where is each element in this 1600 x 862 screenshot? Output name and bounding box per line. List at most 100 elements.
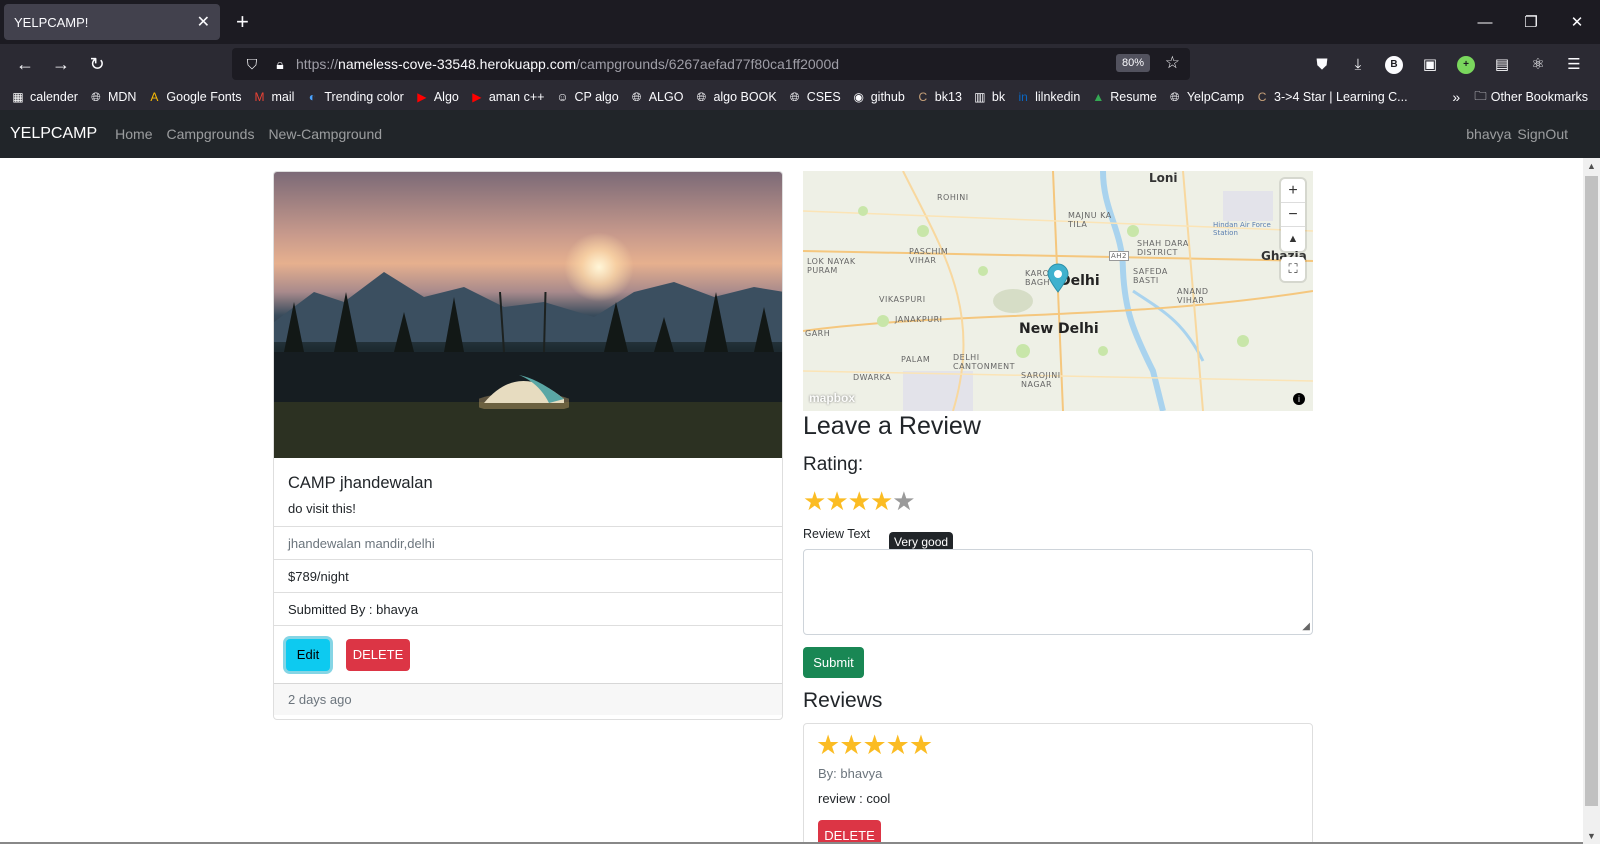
nav-signout[interactable]: SignOut (1517, 126, 1568, 142)
browser-tab-bar: YELPCAMP! ✕ + — ❐ ✕ (0, 0, 1600, 44)
map-marker-icon[interactable] (1046, 263, 1070, 293)
star-filled-icon: ★ (908, 730, 933, 760)
bookmark-item[interactable]: 🌐︎ CSES (787, 89, 841, 105)
profile-b-icon[interactable]: B (1376, 54, 1412, 74)
submit-review-button[interactable]: Submit (803, 647, 864, 678)
delete-campground-button[interactable]: DELETE (346, 638, 410, 671)
minimize-icon[interactable]: — (1462, 0, 1508, 44)
bookmark-item[interactable]: C 3->4 Star | Learning C... (1254, 89, 1408, 105)
bookmark-label: algo BOOK (713, 90, 777, 104)
map-label: LOK NAYAK PURAM (807, 257, 856, 275)
bookmark-label: Google Fonts (166, 90, 242, 104)
bookmark-item[interactable]: ▶ aman c++ (469, 89, 545, 105)
resize-grip-icon[interactable]: ◢ (1302, 621, 1310, 632)
extension-plus-icon[interactable]: + (1448, 54, 1484, 74)
bookmarks-bar: ▦ calender 🌐︎ MDN A Google Fonts Mmail ◐ Trendin… (0, 84, 1600, 110)
bookmark-star-icon[interactable]: ☆ (1165, 53, 1180, 73)
map-label: GARH (805, 329, 831, 338)
browser-tab[interactable]: YELPCAMP! ✕ (4, 4, 220, 40)
bookmark-item[interactable]: in lilnkedin (1015, 89, 1080, 105)
zoom-out-icon[interactable]: − (1281, 203, 1305, 227)
star-filled-icon: ★ (839, 730, 863, 760)
react-devtools-icon[interactable]: ⚛ (1520, 55, 1556, 73)
bookmark-label: calender (30, 90, 78, 104)
bookmark-item[interactable]: ▥ bk (972, 89, 1005, 105)
bookmark-label: aman c++ (488, 90, 545, 104)
edit-button[interactable]: Edit (286, 638, 330, 671)
rating-stars[interactable]: ★★★★★ (803, 486, 916, 517)
page-bottom-edge (0, 842, 1583, 844)
mapbox-logo[interactable]: mapbox (809, 391, 855, 405)
bookmark-item[interactable]: 🌐︎ algo BOOK (693, 89, 777, 105)
info-icon[interactable]: i (1293, 393, 1305, 405)
url-scheme: https:// (296, 56, 339, 72)
star-empty-icon[interactable]: ★ (892, 486, 915, 516)
bookmark-item[interactable]: ☺ CP algo (554, 89, 618, 105)
bookmark-label: bk (991, 90, 1006, 104)
new-tab-icon[interactable]: + (236, 9, 249, 35)
card-body: CAMP jhandewalan do visit this! (274, 458, 782, 526)
bookmark-label: 3->4 Star | Learning C... (1274, 90, 1408, 104)
compass-icon[interactable]: ▲ (1281, 227, 1305, 251)
close-window-icon[interactable]: ✕ (1554, 0, 1600, 44)
url-host: nameless-cove-33548.herokuapp.com (338, 56, 577, 72)
nav-new-campground[interactable]: New-Campground (268, 126, 382, 142)
fullscreen-icon[interactable]: ⛶ (1281, 257, 1305, 281)
extension-color-icon[interactable]: ▤ (1484, 55, 1520, 73)
bookmark-item[interactable]: ▦ calender (10, 89, 78, 105)
nav-campgrounds[interactable]: Campgrounds (167, 126, 255, 142)
bookmark-item[interactable]: Cbk13 (915, 89, 962, 105)
restore-icon[interactable]: ❐ (1508, 0, 1554, 44)
delete-review-button[interactable]: DELETE (818, 820, 881, 844)
reviews-heading: Reviews (803, 689, 883, 712)
review-textarea[interactable]: ◢ (803, 549, 1313, 635)
bookmark-item[interactable]: ▶ Algo (414, 89, 459, 105)
review-author: By: bhavya (818, 766, 883, 781)
close-tab-icon[interactable]: ✕ (197, 12, 210, 32)
nav-home[interactable]: Home (115, 126, 152, 142)
lock-icon[interactable]: 🔒︎ (268, 56, 292, 73)
more-bookmarks-icon[interactable]: » (1452, 89, 1460, 105)
star-filled-icon[interactable]: ★ (825, 486, 848, 516)
bookmark-item[interactable]: 🌐︎ ALGO (629, 89, 684, 105)
map-zoom-controls: + − ▲ (1281, 179, 1305, 251)
download-icon[interactable]: ⤓ (1340, 56, 1376, 73)
menu-icon[interactable]: ☰ (1556, 55, 1592, 73)
bookmark-item[interactable]: ▲ Resume (1090, 89, 1157, 105)
map-label: VIKASPURI (879, 295, 926, 304)
zoom-in-icon[interactable]: + (1281, 179, 1305, 203)
scroll-down-icon[interactable]: ▼ (1583, 828, 1600, 844)
bookmark-item[interactable]: Mmail (251, 89, 294, 105)
star-filled-icon[interactable]: ★ (870, 486, 893, 516)
scroll-up-icon[interactable]: ▲ (1583, 158, 1600, 174)
google-fonts-icon: A (150, 90, 159, 104)
calendar-icon: ▦ (12, 90, 24, 104)
other-bookmarks[interactable]: Other Bookmarks (1491, 90, 1588, 104)
scroll-thumb[interactable] (1585, 176, 1598, 806)
nav-username[interactable]: bhavya (1466, 126, 1511, 142)
bookmark-item[interactable]: 🌐︎ YelpCamp (1167, 89, 1244, 105)
zoom-indicator[interactable]: 80% (1115, 54, 1150, 72)
reload-icon[interactable]: ↻ (80, 49, 114, 79)
review-text: review : cool (818, 791, 891, 806)
site-brand[interactable]: YELPCAMP (10, 125, 97, 143)
star-filled-icon: ★ (816, 730, 840, 760)
back-icon[interactable]: ← (8, 49, 42, 79)
campground-card: CAMP jhandewalan do visit this! jhandewa… (273, 171, 783, 720)
bookmark-item[interactable]: A Google Fonts (146, 89, 241, 105)
bookmark-item[interactable]: ◐ Trending color (304, 89, 404, 105)
reader-icon[interactable]: ▣ (1412, 55, 1448, 73)
chart-icon: ▥ (974, 90, 986, 104)
shield-icon[interactable]: ⛉ (240, 56, 264, 73)
pocket-icon[interactable]: ⛊ (1304, 56, 1340, 73)
bookmark-label: bk13 (934, 90, 962, 104)
star-filled-icon[interactable]: ★ (803, 486, 826, 516)
forward-icon[interactable]: → (44, 49, 78, 79)
star-filled-icon[interactable]: ★ (848, 486, 871, 516)
page-scrollbar[interactable]: ▲ ▼ (1583, 158, 1600, 844)
url-bar[interactable]: ⛉ 🔒︎ https://nameless-cove-33548.herokua… (232, 48, 1190, 80)
map[interactable]: Loni ROHINI MAJNU KA TILA Hindan Air For… (803, 171, 1313, 411)
bookmark-item[interactable]: 🌐︎ MDN (88, 89, 136, 105)
campground-price: $789/night (274, 559, 782, 592)
bookmark-item[interactable]: ◉ github (851, 89, 904, 105)
